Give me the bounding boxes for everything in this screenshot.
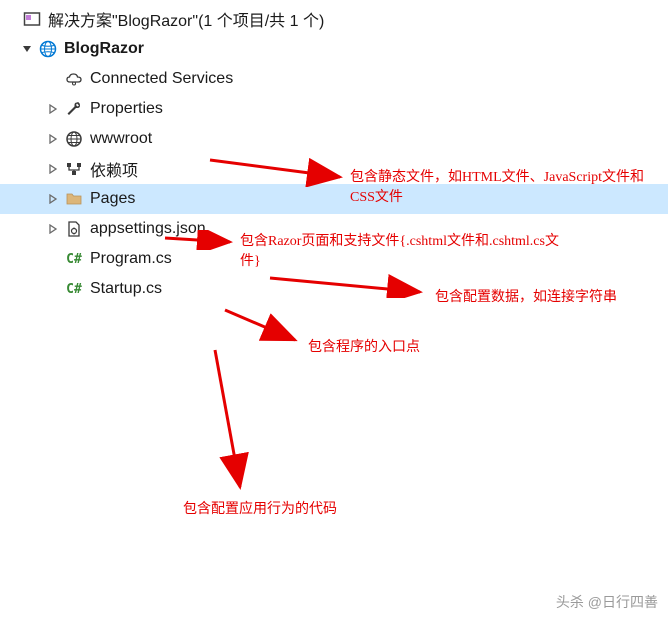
solution-icon: [22, 9, 42, 29]
project-label: BlogRazor: [64, 40, 144, 58]
wwwroot-node[interactable]: wwwroot: [0, 124, 668, 154]
annotation-wwwroot: 包含静态文件，如HTML文件、JavaScript文件和CSS文件: [350, 168, 668, 207]
annotation-pages: 包含Razor页面和支持文件{.cshtml文件和.cshtml.cs文件}: [240, 232, 560, 271]
annotation-program: 包含程序的入口点: [308, 338, 420, 358]
csharp-icon: C#: [64, 279, 84, 299]
appsettings-label: appsettings.json: [90, 220, 206, 238]
expander-collapsed-icon[interactable]: [46, 192, 60, 206]
project-node[interactable]: BlogRazor: [0, 34, 668, 64]
web-project-icon: [38, 39, 58, 59]
dependencies-icon: [64, 159, 84, 179]
globe-icon: [64, 129, 84, 149]
program-cs-label: Program.cs: [90, 250, 172, 268]
properties-node[interactable]: Properties: [0, 94, 668, 124]
solution-node[interactable]: 解决方案"BlogRazor"(1 个项目/共 1 个): [0, 4, 668, 34]
expander-collapsed-icon[interactable]: [46, 102, 60, 116]
expander-collapsed-icon[interactable]: [46, 222, 60, 236]
watermark-text: 头杀 @日行四善: [556, 592, 658, 612]
pages-label: Pages: [90, 190, 135, 208]
arrow-icon: [200, 345, 255, 495]
arrow-icon: [220, 305, 305, 347]
expander-collapsed-icon[interactable]: [46, 132, 60, 146]
wrench-icon: [64, 99, 84, 119]
expander-expanded-icon[interactable]: [20, 42, 34, 56]
connected-services-label: Connected Services: [90, 70, 233, 88]
cloud-icon: [64, 69, 84, 89]
dependencies-label: 依赖项: [90, 157, 138, 181]
connected-services-node[interactable]: Connected Services: [0, 64, 668, 94]
json-config-icon: [64, 219, 84, 239]
expander-collapsed-icon[interactable]: [46, 162, 60, 176]
solution-label: 解决方案"BlogRazor"(1 个项目/共 1 个): [48, 7, 324, 31]
csharp-icon: C#: [64, 249, 84, 269]
annotation-appsettings: 包含配置数据，如连接字符串: [435, 288, 617, 308]
startup-cs-label: Startup.cs: [90, 280, 162, 298]
folder-icon: [64, 189, 84, 209]
properties-label: Properties: [90, 100, 163, 118]
wwwroot-label: wwwroot: [90, 130, 152, 148]
annotation-startup: 包含配置应用行为的代码: [183, 500, 337, 520]
